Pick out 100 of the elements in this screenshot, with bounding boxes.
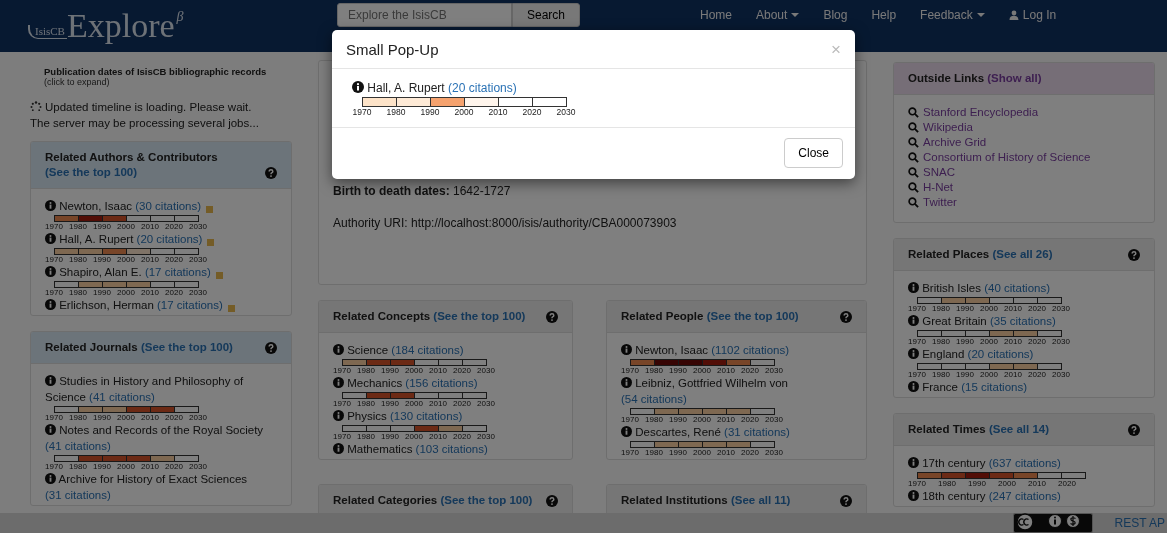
see-all-link[interactable]: (See the top 100)	[45, 166, 138, 178]
see-all-link[interactable]: (See all 11)	[730, 494, 791, 506]
close-button[interactable]: ×	[831, 41, 841, 58]
year-label: 2030	[477, 366, 495, 375]
year-label: 1970	[621, 366, 639, 375]
citations-link[interactable]: (247 citations)	[988, 490, 1061, 502]
search-button[interactable]: Search	[512, 3, 580, 27]
citations-link[interactable]: (35 citations)	[989, 315, 1056, 327]
brand-name[interactable]: Explore	[66, 7, 175, 45]
year-label: 2010	[141, 255, 159, 264]
panel-title: Related Times (See all 14)	[908, 422, 1050, 437]
year-label: 2000	[117, 462, 135, 471]
citations-link[interactable]: (31 citations)	[724, 426, 790, 438]
citations-link[interactable]: (130 citations)	[390, 410, 463, 422]
year-label: 2030	[189, 255, 207, 264]
item-title: Newton, Isaac (1102 citations)	[621, 342, 852, 358]
year-label: 1980	[932, 370, 950, 379]
citations-link[interactable]: (637 citations)	[988, 457, 1061, 469]
citations-link[interactable]: (15 citations)	[961, 381, 1028, 393]
citations-link[interactable]: (54 citations)	[621, 393, 687, 405]
see-all-link[interactable]: (See the top 100)	[140, 341, 233, 353]
year-label: 1990	[669, 415, 687, 424]
see-all-link[interactable]: (See the top 100)	[433, 310, 526, 322]
year-label: 1970	[45, 255, 63, 264]
search-icon	[908, 182, 919, 193]
info-icon[interactable]	[352, 81, 364, 93]
citations-link[interactable]: (156 citations)	[405, 377, 478, 389]
outside-link[interactable]: Consortium of History of Science	[923, 150, 1091, 165]
year-label: 1970	[908, 370, 926, 379]
year-label: 2000	[117, 413, 135, 422]
year-label: 2020	[1028, 304, 1046, 313]
close-button[interactable]: Close	[784, 138, 843, 168]
citations-link[interactable]: (184 citations)	[391, 344, 464, 356]
help-icon[interactable]	[546, 495, 558, 507]
year-label: 2000	[117, 255, 135, 264]
see-all-link[interactable]: (See all 26)	[992, 248, 1053, 260]
help-icon[interactable]	[265, 167, 277, 179]
help-icon[interactable]	[840, 311, 852, 323]
beta-mark: β	[176, 9, 184, 25]
citations-link[interactable]: (20 citations)	[136, 233, 203, 245]
year-label: 2020	[165, 222, 183, 231]
citations-link[interactable]: (20 citations)	[448, 81, 517, 95]
outside-link[interactable]: H-Net	[923, 180, 954, 195]
citations-link[interactable]: (20 citations)	[967, 348, 1034, 360]
item-title: England (20 citations)	[908, 346, 1140, 362]
help-icon[interactable]	[1128, 424, 1140, 436]
year-label: 2010	[1004, 370, 1022, 379]
help-icon[interactable]	[265, 342, 277, 354]
see-all-link[interactable]: (See all 14)	[988, 423, 1050, 435]
citations-link[interactable]: (1102 citations)	[711, 344, 790, 356]
logo-badge[interactable]: IsisCB	[28, 25, 67, 39]
see-all-link[interactable]: (Show all)	[987, 72, 1042, 84]
nav-link[interactable]: Log In	[1008, 8, 1057, 22]
citations-link[interactable]: (17 citations)	[144, 266, 211, 278]
outside-link[interactable]: Wikipedia	[923, 120, 973, 135]
see-all-link[interactable]: (See the top 100)	[440, 494, 533, 506]
spinner-icon	[30, 101, 42, 113]
year-label: 1980	[938, 479, 956, 488]
citations-link[interactable]: (41 citations)	[45, 440, 111, 452]
year-label: 1980	[69, 413, 87, 422]
year-label: 2010	[487, 107, 509, 118]
item-title: Descartes, René (31 citations)	[621, 424, 852, 440]
year-label: 2020	[165, 288, 183, 297]
citations-link[interactable]: (31 citations)	[45, 489, 111, 501]
year-label: 2020	[453, 399, 471, 408]
nav-link[interactable]: Help	[871, 8, 897, 22]
citations-link[interactable]: (41 citations)	[89, 391, 155, 403]
year-label: 1970	[908, 479, 926, 488]
api-link[interactable]: REST AP	[1114, 516, 1165, 530]
nav-link[interactable]: About	[756, 8, 800, 22]
help-icon[interactable]	[1128, 249, 1140, 261]
year-label: 2030	[477, 399, 495, 408]
user-icon	[1008, 10, 1019, 20]
year-label: 2000	[405, 399, 423, 408]
year-label: 2020	[453, 432, 471, 441]
nav-link[interactable]: Blog	[823, 8, 848, 22]
nav-link[interactable]: Home	[700, 8, 732, 22]
help-icon[interactable]	[840, 495, 852, 507]
outside-link[interactable]: SNAC	[923, 165, 955, 180]
year-label: 1990	[956, 304, 974, 313]
citations-link[interactable]: (30 citations)	[135, 200, 202, 212]
outside-link[interactable]: Archive Grid	[923, 135, 987, 150]
year-label: 2000	[453, 107, 475, 118]
citations-link[interactable]: (40 citations)	[984, 282, 1051, 294]
citations-link[interactable]: (17 citations)	[157, 299, 223, 311]
see-all-link[interactable]: (See the top 100)	[706, 310, 799, 322]
year-label: 1980	[357, 432, 375, 441]
nav-link[interactable]: Feedback	[920, 8, 985, 22]
outside-link[interactable]: Stanford Encyclopedia	[923, 105, 1039, 120]
timeline-title[interactable]: Publication dates of IsisCB bibliographic records	[30, 60, 292, 77]
year-label: 2010	[717, 366, 735, 375]
search-icon	[908, 197, 919, 208]
search-icon	[908, 167, 919, 178]
help-icon[interactable]	[546, 311, 558, 323]
outside-link[interactable]: Twitter	[923, 195, 957, 210]
search-field[interactable]: Explore the IsisCB	[337, 3, 512, 27]
item-title: Erlichson, Herman (17 citations)	[45, 297, 277, 313]
license-badge-drawing[interactable]	[1012, 513, 1093, 533]
citations-link[interactable]: (103 citations)	[415, 443, 488, 455]
year-label: 2010	[429, 366, 447, 375]
